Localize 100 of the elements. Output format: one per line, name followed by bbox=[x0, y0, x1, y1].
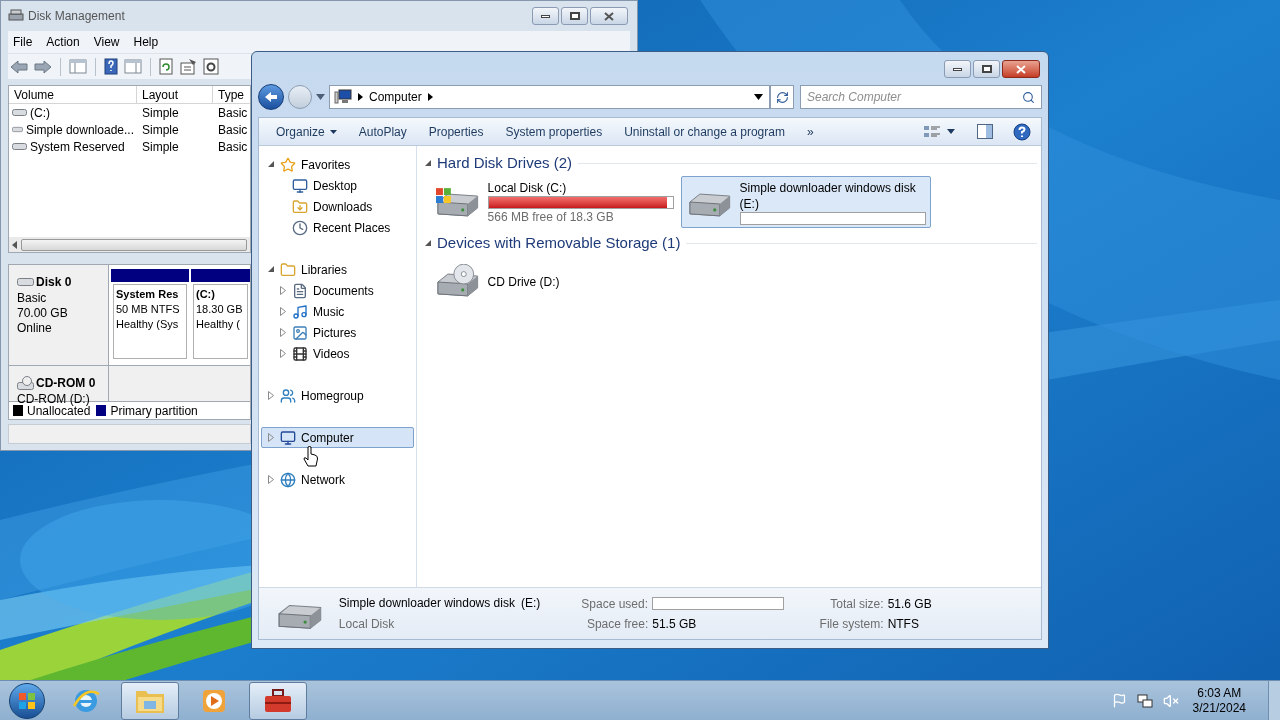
taskbar-button[interactable] bbox=[249, 681, 307, 720]
film-icon bbox=[292, 345, 308, 362]
drive-tile[interactable]: Local Disk (C:) 566 MB free of 18.3 GB bbox=[429, 176, 679, 228]
globe-icon bbox=[280, 471, 296, 488]
field-value: NTFS bbox=[887, 615, 919, 633]
drive-icon bbox=[12, 108, 27, 117]
breadcrumb-arrow-icon[interactable] bbox=[427, 93, 433, 101]
collapse-arrow-icon[interactable] bbox=[425, 240, 431, 246]
clock-time[interactable]: 6:03 AM bbox=[1197, 685, 1242, 701]
toolbox-icon bbox=[263, 687, 293, 714]
close-icon bbox=[604, 11, 614, 21]
group-header[interactable]: Hard Disk Drives (2) bbox=[437, 151, 572, 175]
properties-icon[interactable] bbox=[179, 58, 197, 75]
column-header[interactable]: Layout bbox=[137, 86, 213, 103]
nav-item[interactable]: Favorites bbox=[261, 154, 414, 175]
nav-item[interactable]: Homegroup bbox=[261, 385, 414, 406]
search-icon[interactable] bbox=[1022, 90, 1035, 104]
clock-icon bbox=[292, 219, 308, 236]
disk-name: Disk 0 bbox=[36, 274, 72, 291]
field-label: Total size: bbox=[829, 595, 884, 613]
view-options-icon[interactable] bbox=[923, 124, 941, 139]
nav-item[interactable]: Desktop bbox=[261, 175, 414, 196]
refresh-button[interactable] bbox=[770, 85, 794, 109]
table-cell-text: Basic bbox=[218, 138, 248, 156]
expand-arrow-icon[interactable] bbox=[268, 391, 274, 400]
clock-date[interactable]: 3/21/2024 bbox=[1192, 700, 1246, 716]
expand-arrow-icon[interactable] bbox=[280, 349, 286, 358]
scroll-left-arrow-icon[interactable] bbox=[12, 240, 17, 249]
partition-size: 18.30 GB bbox=[196, 302, 244, 317]
caret-icon[interactable] bbox=[947, 129, 955, 134]
nav-item[interactable]: Network bbox=[261, 469, 414, 490]
minimize-button[interactable] bbox=[944, 60, 971, 78]
column-header[interactable]: Type bbox=[213, 86, 249, 103]
nav-item[interactable]: Recent Places bbox=[261, 217, 414, 238]
collapse-arrow-icon[interactable] bbox=[268, 266, 275, 273]
maximize-button[interactable] bbox=[561, 7, 588, 25]
refresh-page-icon[interactable] bbox=[159, 58, 173, 75]
nav-item[interactable]: Pictures bbox=[261, 322, 414, 343]
minimize-button[interactable] bbox=[532, 7, 559, 25]
forward-arrow-icon[interactable] bbox=[34, 59, 52, 74]
menu-item[interactable]: Action bbox=[41, 33, 85, 51]
back-button[interactable] bbox=[258, 84, 284, 110]
breadcrumb-item[interactable]: Computer bbox=[369, 88, 422, 106]
nav-item[interactable]: Videos bbox=[261, 343, 414, 364]
expand-arrow-icon[interactable] bbox=[280, 307, 286, 316]
menu-item[interactable]: Help bbox=[128, 33, 164, 51]
nav-item[interactable]: Libraries bbox=[261, 259, 414, 280]
collapse-arrow-icon[interactable] bbox=[268, 161, 275, 168]
settings-sheet-icon[interactable] bbox=[203, 58, 219, 75]
cd-drive-icon bbox=[17, 376, 34, 390]
expand-arrow-icon[interactable] bbox=[280, 286, 286, 295]
group-header[interactable]: Devices with Removable Storage (1) bbox=[437, 231, 681, 255]
preview-pane-icon[interactable] bbox=[977, 124, 993, 139]
drive-icon bbox=[12, 125, 23, 134]
caret-icon bbox=[329, 129, 337, 134]
recent-pages-caret-icon[interactable] bbox=[316, 94, 325, 100]
column-header[interactable]: Volume bbox=[9, 86, 137, 103]
drive-tile[interactable]: CD Drive (D:) bbox=[429, 256, 679, 308]
details-letter: (E:) bbox=[520, 595, 541, 612]
address-bar[interactable]: Computer bbox=[329, 85, 770, 109]
maximize-button[interactable] bbox=[973, 60, 1000, 78]
breadcrumb-arrow-icon[interactable] bbox=[358, 93, 363, 101]
toolbar-button[interactable]: » bbox=[795, 118, 825, 145]
partition-size: 50 MB NTFS bbox=[116, 302, 181, 317]
nav-item[interactable]: Documents bbox=[261, 280, 414, 301]
back-arrow-icon bbox=[264, 91, 278, 103]
toolbar-button[interactable]: Organize bbox=[265, 118, 348, 145]
folder-icon bbox=[280, 261, 296, 278]
partition-name: (C:) bbox=[196, 287, 216, 302]
dropdown-caret-icon[interactable] bbox=[754, 94, 763, 100]
table-cell-text: (C:) bbox=[30, 104, 50, 122]
people-icon bbox=[280, 387, 296, 404]
close-button[interactable] bbox=[590, 7, 628, 25]
toolbar-button[interactable]: AutoPlay bbox=[347, 118, 418, 145]
network-icon[interactable] bbox=[1136, 692, 1153, 709]
expand-arrow-icon[interactable] bbox=[280, 328, 286, 337]
field-value: 51.6 GB bbox=[887, 595, 932, 613]
help-icon[interactable] bbox=[1013, 122, 1031, 141]
nav-item[interactable]: Music bbox=[261, 301, 414, 322]
refresh-icon bbox=[775, 90, 789, 104]
partition-status: Healthy ( bbox=[196, 317, 242, 332]
back-arrow-icon[interactable] bbox=[10, 59, 28, 74]
expand-arrow-icon[interactable] bbox=[268, 475, 274, 484]
help-book-icon[interactable] bbox=[104, 58, 118, 75]
table-cell-text: Simple downloade... bbox=[25, 121, 134, 139]
toolbar-button[interactable]: Properties bbox=[417, 118, 495, 145]
toolbar-button[interactable]: Uninstall or change a program bbox=[613, 118, 796, 145]
close-button[interactable] bbox=[1002, 60, 1040, 78]
drive-tile[interactable]: Simple downloader windows disk (E:) bbox=[681, 176, 931, 228]
collapse-arrow-icon[interactable] bbox=[425, 160, 431, 166]
star-icon bbox=[280, 156, 296, 173]
horizontal-scrollbar[interactable] bbox=[9, 237, 250, 252]
menu-item[interactable]: View bbox=[88, 33, 125, 51]
monitor-icon bbox=[292, 177, 308, 194]
menu-item[interactable]: File bbox=[8, 33, 38, 51]
nav-item[interactable]: Computer bbox=[261, 427, 414, 448]
disk-management-icon bbox=[8, 9, 24, 23]
expand-arrow-icon[interactable] bbox=[268, 433, 274, 442]
toolbar-button[interactable]: System properties bbox=[494, 118, 614, 145]
nav-item[interactable]: Downloads bbox=[261, 196, 414, 217]
